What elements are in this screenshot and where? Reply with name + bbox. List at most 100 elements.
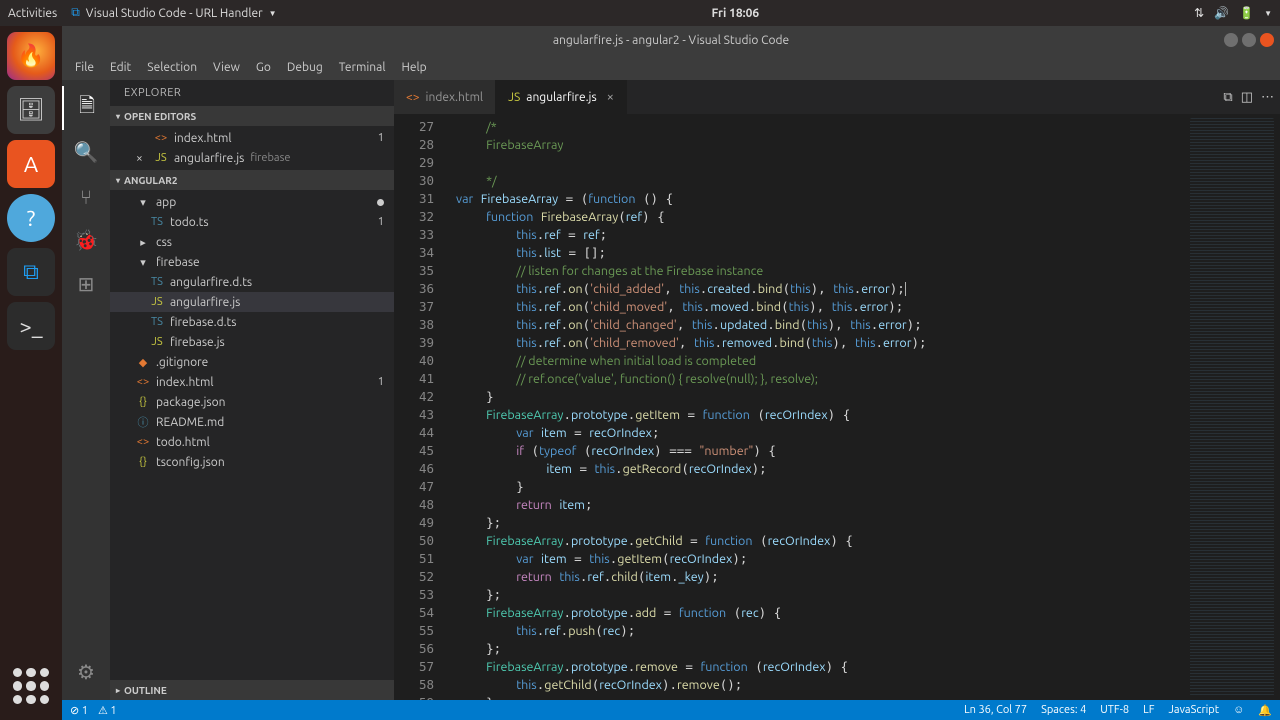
tree-label: tsconfig.json xyxy=(156,456,225,469)
section-open-editors-label: OPEN EDITORS xyxy=(124,111,196,122)
line-gutter: 2728293031323334353637383940414243444546… xyxy=(394,114,446,700)
file-item[interactable]: TSangularfire.d.ts xyxy=(110,272,394,292)
file-item[interactable]: {}tsconfig.json xyxy=(110,452,394,472)
status-warnings[interactable]: ⚠ 1 xyxy=(98,704,117,717)
tree-label: css xyxy=(156,236,172,249)
file-item[interactable]: <>todo.html xyxy=(110,432,394,452)
minimap[interactable] xyxy=(1184,114,1280,700)
activity-bar: 🗎 🔍 ⑂ 🐞 ⊞ ⚙ xyxy=(62,80,110,700)
network-icon[interactable]: ⇅ xyxy=(1194,6,1204,20)
editor-tab[interactable]: JSangularfire.js× xyxy=(496,80,627,114)
chevron-down-icon: ▼ xyxy=(269,9,277,18)
folder-icon: ▸ xyxy=(136,236,150,249)
status-bar: ⊘ 1 ⚠ 1 Ln 36, Col 77 Spaces: 4 UTF-8 LF… xyxy=(62,700,1280,720)
system-menu-chevron-icon[interactable]: ▼ xyxy=(1264,9,1272,18)
folderOpen-icon: ▾ xyxy=(136,256,150,269)
section-outline[interactable]: ▸ OUTLINE xyxy=(110,680,394,700)
more-actions-icon[interactable]: ⋯ xyxy=(1261,90,1274,105)
dirty-indicator xyxy=(377,199,384,206)
status-language[interactable]: JavaScript xyxy=(1169,704,1220,716)
dock-files[interactable]: 🗄 xyxy=(7,86,55,134)
window-maximize[interactable] xyxy=(1242,33,1256,47)
tree-label: angularfire.js xyxy=(170,296,240,309)
split-editor-icon[interactable]: ◫ xyxy=(1241,90,1253,105)
menu-selection[interactable]: Selection xyxy=(140,58,204,77)
file-item[interactable]: JSangularfire.js xyxy=(110,292,394,312)
menu-terminal[interactable]: Terminal xyxy=(332,58,393,77)
section-project-label: ANGULAR2 xyxy=(124,175,177,186)
section-open-editors[interactable]: ▾ OPEN EDITORS xyxy=(110,106,394,126)
window-close[interactable] xyxy=(1260,33,1274,47)
status-bell-icon[interactable]: 🔔 xyxy=(1258,704,1272,717)
status-cursor[interactable]: Ln 36, Col 77 xyxy=(964,704,1027,716)
file-item[interactable]: TSfirebase.d.ts xyxy=(110,312,394,332)
file-item[interactable]: TStodo.ts1 xyxy=(110,212,394,232)
open-editor-item[interactable]: ×JSangularfire.jsfirebase xyxy=(110,148,394,168)
chevron-down-icon: ▾ xyxy=(116,176,120,185)
problems-badge: 1 xyxy=(378,376,384,388)
folder-item[interactable]: ▾ firebase xyxy=(110,252,394,272)
dock-software[interactable]: A xyxy=(7,140,55,188)
menubar: FileEditSelectionViewGoDebugTerminalHelp xyxy=(62,54,1280,80)
battery-icon[interactable]: 🔋 xyxy=(1239,6,1254,20)
close-icon[interactable]: × xyxy=(607,90,614,104)
folder-item[interactable]: ▾app xyxy=(110,192,394,212)
activity-search[interactable]: 🔍 xyxy=(62,130,110,174)
ts-icon: TS xyxy=(150,276,164,288)
tree-label: firebase.js xyxy=(170,336,225,349)
file-item[interactable]: ⓘREADME.md xyxy=(110,412,394,432)
menu-debug[interactable]: Debug xyxy=(280,58,330,77)
tree-label: todo.html xyxy=(156,436,210,449)
tree-label: package.json xyxy=(156,396,225,409)
activities-button[interactable]: Activities xyxy=(8,7,57,20)
activity-scm[interactable]: ⑂ xyxy=(62,174,110,218)
section-project[interactable]: ▾ ANGULAR2 xyxy=(110,170,394,190)
file-item[interactable]: JSfirebase.js xyxy=(110,332,394,352)
menu-file[interactable]: File xyxy=(68,58,101,77)
compare-changes-icon[interactable]: ⧉ xyxy=(1223,90,1232,105)
tree-label: app xyxy=(156,196,176,209)
tree-label: firebase xyxy=(156,256,200,269)
app-menu[interactable]: ⧉ Visual Studio Code - URL Handler ▼ xyxy=(71,6,276,20)
status-spaces[interactable]: Spaces: 4 xyxy=(1041,704,1086,716)
menu-go[interactable]: Go xyxy=(249,58,278,77)
close-icon[interactable]: × xyxy=(136,152,148,165)
window-minimize[interactable] xyxy=(1224,33,1238,47)
file-item[interactable]: <>index.html1 xyxy=(110,372,394,392)
dock-show-apps[interactable] xyxy=(7,662,55,710)
menu-help[interactable]: Help xyxy=(394,58,433,77)
section-outline-label: OUTLINE xyxy=(124,685,167,696)
code-editor[interactable]: /* FirebaseArray */ var FirebaseArray = … xyxy=(446,114,1184,700)
editor-tab[interactable]: <>index.html xyxy=(394,80,496,114)
file-item[interactable]: {} package.json xyxy=(110,392,394,412)
activity-explorer[interactable]: 🗎 xyxy=(62,86,110,130)
menu-edit[interactable]: Edit xyxy=(103,58,138,77)
volume-icon[interactable]: 🔊 xyxy=(1214,6,1229,20)
status-eol[interactable]: LF xyxy=(1143,704,1154,716)
dock-vscode[interactable]: ⧉ xyxy=(7,248,55,296)
open-editor-item[interactable]: <>index.html1 xyxy=(110,128,394,148)
activity-settings[interactable]: ⚙ xyxy=(62,650,110,694)
dock-help[interactable]: ? xyxy=(7,194,55,242)
status-encoding[interactable]: UTF-8 xyxy=(1100,704,1129,716)
ubuntu-dock: 🔥 🗄 A ? ⧉ >_ xyxy=(0,26,62,720)
dock-firefox[interactable]: 🔥 xyxy=(7,32,55,80)
ubuntu-top-bar: Activities ⧉ Visual Studio Code - URL Ha… xyxy=(0,0,1280,26)
clock[interactable]: Fri 18:06 xyxy=(277,7,1195,20)
editor-area: <>index.htmlJSangularfire.js× ⧉ ◫ ⋯ 2728… xyxy=(394,80,1280,700)
activity-debug[interactable]: 🐞 xyxy=(62,218,110,262)
dock-terminal[interactable]: >_ xyxy=(7,302,55,350)
sidebar: EXPLORER ▾ OPEN EDITORS <>index.html1×JS… xyxy=(110,80,394,700)
folder-item[interactable]: ▸ css xyxy=(110,232,394,252)
vscode-window: angularfire.js - angular2 - Visual Studi… xyxy=(62,26,1280,700)
tab-label: index.html xyxy=(426,91,484,104)
ts-icon: TS xyxy=(150,316,164,328)
file-label: angularfire.js xyxy=(174,152,244,165)
status-feedback-icon[interactable]: ☺ xyxy=(1233,704,1244,716)
tree-label: index.html xyxy=(156,376,214,389)
menu-view[interactable]: View xyxy=(206,58,247,77)
json-icon: {} xyxy=(136,396,150,408)
status-errors[interactable]: ⊘ 1 xyxy=(70,704,88,717)
file-item[interactable]: ◆.gitignore xyxy=(110,352,394,372)
activity-extensions[interactable]: ⊞ xyxy=(62,262,110,306)
